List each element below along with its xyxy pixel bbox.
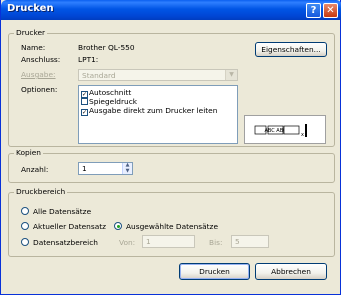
range-to-value: 5 <box>235 237 240 246</box>
radio-all-records[interactable] <box>21 207 29 215</box>
copies-group: Kopien <box>8 148 335 183</box>
copies-label: Anzahl: <box>21 165 49 174</box>
option-autocut[interactable]: ✓ Autoschnitt <box>81 88 132 98</box>
options-list[interactable]: ✓ Autoschnitt Spiegeldruck ✓ Ausgabe direk… <box>78 85 238 144</box>
copies-spinner[interactable]: ▲ ▼ <box>122 163 132 174</box>
range-from-value: 1 <box>146 237 151 246</box>
radio-all-records-label[interactable]: Alle Datensätze <box>33 207 91 216</box>
svg-text:x: x <box>301 132 304 138</box>
output-select-value: Standard <box>82 71 116 80</box>
option-mirror-label: Spiegeldruck <box>89 97 138 106</box>
print-dialog: Drucken ? ✕ Drucker Name: Brother QL-550… <box>0 0 341 295</box>
radio-selected-records[interactable] <box>114 222 122 230</box>
help-button[interactable]: ? <box>306 3 321 18</box>
range-to-input[interactable]: 5 <box>231 235 269 248</box>
close-button[interactable]: ✕ <box>323 3 338 18</box>
printer-group-legend: Drucker <box>14 28 48 37</box>
printer-name-label: Name: <box>21 43 46 52</box>
chevron-down-icon[interactable]: ▼ <box>225 70 237 80</box>
copies-stepper[interactable]: 1 ▲ ▼ <box>78 162 133 175</box>
cancel-button[interactable]: Abbrechen <box>255 263 327 280</box>
radio-selected-records-label[interactable]: Ausgewählte Datensätze <box>126 222 218 231</box>
print-button[interactable]: Drucken <box>179 263 250 280</box>
output-select[interactable]: Standard ▼ <box>78 69 238 81</box>
radio-record-range-label[interactable]: Datensatzbereich <box>33 238 98 247</box>
printer-name-value: Brother QL-550 <box>78 43 135 52</box>
cancel-button-label: Abbrechen <box>271 267 311 276</box>
print-button-label: Drucken <box>199 267 230 276</box>
option-autocut-label: Autoschnitt <box>89 88 132 97</box>
radio-current-record-label[interactable]: Aktueller Datensatz <box>33 222 106 231</box>
output-label: Ausgabe: <box>21 70 56 79</box>
label-preview-icon: ABC ABC x <box>254 124 307 138</box>
printer-port-value: LPT1: <box>78 55 99 64</box>
radio-record-range[interactable] <box>21 238 29 246</box>
options-label: Optionen: <box>21 85 58 94</box>
radio-current-record[interactable] <box>21 222 29 230</box>
copies-value: 1 <box>82 164 87 173</box>
chevron-down-icon[interactable]: ▼ <box>123 168 132 175</box>
option-direct-label: Ausgabe direkt zum Drucker leiten <box>89 106 218 115</box>
option-direct[interactable]: ✓ Ausgabe direkt zum Drucker leiten <box>81 106 218 116</box>
option-direct-checkbox[interactable]: ✓ <box>81 109 88 116</box>
copies-group-legend: Kopien <box>14 148 43 157</box>
range-to-label: Bis: <box>209 238 223 247</box>
dialog-title: Drucken <box>7 3 54 14</box>
properties-button-label: Eigenschaften... <box>261 45 321 54</box>
option-mirror-checkbox[interactable] <box>81 98 88 105</box>
printer-port-label: Anschluss: <box>21 55 61 64</box>
title-bar[interactable]: Drucken ? ✕ <box>1 0 341 20</box>
range-group-legend: Druckbereich <box>14 187 68 196</box>
option-mirror[interactable]: Spiegeldruck <box>81 97 137 106</box>
range-from-input[interactable]: 1 <box>142 235 195 248</box>
range-from-label: Von: <box>119 238 136 247</box>
properties-button[interactable]: Eigenschaften... <box>255 42 327 57</box>
label-preview: ABC ABC x <box>244 115 326 144</box>
